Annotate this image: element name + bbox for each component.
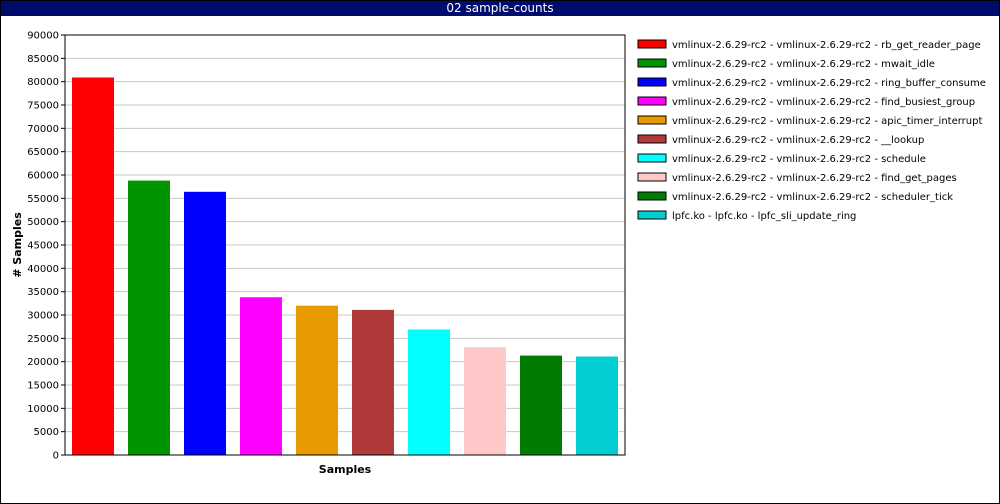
legend-label: vmlinux-2.6.29-rc2 - vmlinux-2.6.29-rc2 … <box>672 78 986 89</box>
legend-item: vmlinux-2.6.29-rc2 - vmlinux-2.6.29-rc2 … <box>637 77 986 89</box>
legend-swatch <box>637 77 667 87</box>
legend-swatch <box>637 153 667 163</box>
bar <box>576 356 618 455</box>
legend-swatch <box>637 191 667 201</box>
y-tick-label: 70000 <box>27 124 59 135</box>
legend-swatch <box>637 58 667 68</box>
bar <box>72 77 114 455</box>
legend-label: vmlinux-2.6.29-rc2 - vmlinux-2.6.29-rc2 … <box>672 40 981 51</box>
y-axis-label: # Samples <box>11 212 24 278</box>
bar <box>464 347 506 455</box>
legend-label: vmlinux-2.6.29-rc2 - vmlinux-2.6.29-rc2 … <box>672 135 924 146</box>
legend-item: vmlinux-2.6.29-rc2 - vmlinux-2.6.29-rc2 … <box>637 153 926 165</box>
legend-item: lpfc.ko - lpfc.ko - lpfc_sli_update_ring <box>637 210 856 222</box>
bar <box>296 305 338 455</box>
legend-item: vmlinux-2.6.29-rc2 - vmlinux-2.6.29-rc2 … <box>637 39 981 51</box>
bar <box>520 355 562 455</box>
legend-item: vmlinux-2.6.29-rc2 - vmlinux-2.6.29-rc2 … <box>637 134 924 146</box>
y-tick-label: 90000 <box>27 31 59 42</box>
y-tick-label: 35000 <box>27 287 59 298</box>
y-tick-label: 15000 <box>27 381 59 392</box>
y-tick-label: 25000 <box>27 334 59 345</box>
bars <box>72 77 618 456</box>
legend-item: vmlinux-2.6.29-rc2 - vmlinux-2.6.29-rc2 … <box>637 96 975 108</box>
legend-swatch <box>637 96 667 106</box>
bar <box>240 297 282 455</box>
bar <box>184 191 226 456</box>
y-tick-label: 10000 <box>27 404 59 415</box>
y-tick-label: 0 <box>53 451 59 462</box>
y-tick-label: 85000 <box>27 54 59 65</box>
legend-swatch <box>637 172 667 182</box>
legend-label: vmlinux-2.6.29-rc2 - vmlinux-2.6.29-rc2 … <box>672 154 926 165</box>
legend-label: vmlinux-2.6.29-rc2 - vmlinux-2.6.29-rc2 … <box>672 173 957 184</box>
legend-item: vmlinux-2.6.29-rc2 - vmlinux-2.6.29-rc2 … <box>637 191 953 203</box>
legend-item: vmlinux-2.6.29-rc2 - vmlinux-2.6.29-rc2 … <box>637 115 982 127</box>
legend-label: vmlinux-2.6.29-rc2 - vmlinux-2.6.29-rc2 … <box>672 59 935 70</box>
y-tick-label: 40000 <box>27 264 59 275</box>
bar-chart: 0 5000 10000 15000 20000 25000 30000 35000 40000… <box>11 31 986 477</box>
y-tick-labels: 0 5000 10000 15000 20000 25000 30000 35000 40000… <box>27 31 65 462</box>
y-tick-label: 60000 <box>27 171 59 182</box>
legend-swatch <box>637 210 667 220</box>
y-tick-label: 30000 <box>27 311 59 322</box>
legend-item: vmlinux-2.6.29-rc2 - vmlinux-2.6.29-rc2 … <box>637 58 935 70</box>
y-tick-label: 75000 <box>27 101 59 112</box>
legend-item: vmlinux-2.6.29-rc2 - vmlinux-2.6.29-rc2 … <box>637 172 957 184</box>
bar <box>352 309 394 455</box>
legend-swatch <box>637 115 667 125</box>
legend-swatch <box>637 39 667 49</box>
y-tick-label: 5000 <box>34 427 59 438</box>
legend-label: vmlinux-2.6.29-rc2 - vmlinux-2.6.29-rc2 … <box>672 116 982 127</box>
x-axis-label: Samples <box>319 463 372 476</box>
legend: vmlinux-2.6.29-rc2 - vmlinux-2.6.29-rc2 … <box>637 39 986 222</box>
y-tick-label: 20000 <box>27 357 59 368</box>
y-tick-label: 80000 <box>27 77 59 88</box>
bar <box>408 329 450 455</box>
legend-label: vmlinux-2.6.29-rc2 - vmlinux-2.6.29-rc2 … <box>672 97 975 108</box>
legend-label: vmlinux-2.6.29-rc2 - vmlinux-2.6.29-rc2 … <box>672 192 953 203</box>
y-tick-label: 55000 <box>27 194 59 205</box>
bar <box>128 180 170 455</box>
y-tick-label: 45000 <box>27 241 59 252</box>
legend-label: lpfc.ko - lpfc.ko - lpfc_sli_update_ring <box>672 211 856 222</box>
y-tick-label: 65000 <box>27 147 59 158</box>
legend-swatch <box>637 134 667 144</box>
y-tick-label: 50000 <box>27 217 59 228</box>
